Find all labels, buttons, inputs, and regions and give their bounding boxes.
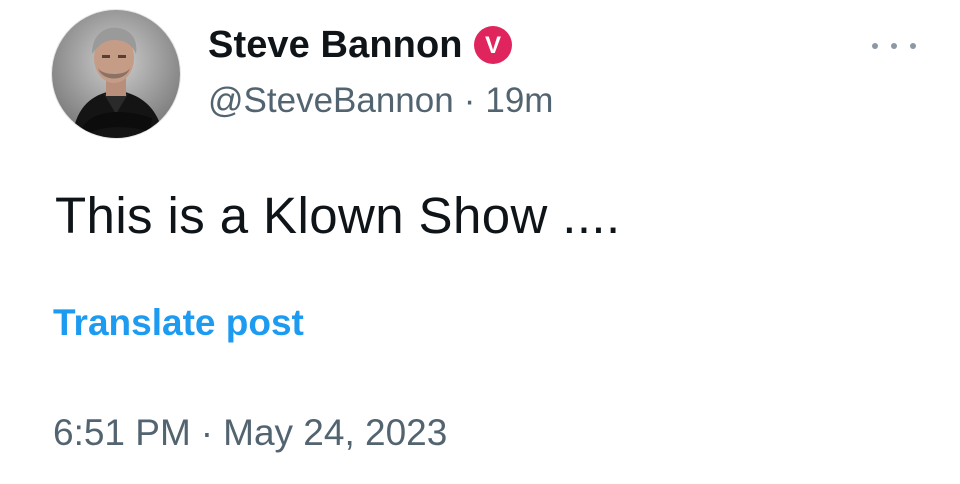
more-dot <box>891 43 897 49</box>
timestamp-time[interactable]: 6:51 PM <box>53 412 191 454</box>
relative-time[interactable]: 19m <box>485 81 553 121</box>
more-dot <box>872 43 878 49</box>
author-handle[interactable]: @SteveBannon <box>208 81 454 121</box>
timestamp-date[interactable]: May 24, 2023 <box>223 412 447 454</box>
translate-post-link[interactable]: Translate post <box>53 302 304 344</box>
post-card: Steve Bannon V @SteveBannon · 19m This i… <box>0 0 960 484</box>
post-timestamp: 6:51 PM · May 24, 2023 <box>53 412 447 454</box>
author-display-name[interactable]: Steve Bannon <box>208 24 463 67</box>
author-name-row: Steve Bannon V <box>208 22 513 68</box>
avatar[interactable] <box>52 10 180 138</box>
post-text: This is a Klown Show .... <box>55 187 621 244</box>
avatar-photo-icon <box>52 10 180 138</box>
separator-dot: · <box>200 412 214 453</box>
more-dot <box>910 43 916 49</box>
verified-badge-letter: V <box>485 32 501 59</box>
author-handle-row: @SteveBannon · 19m <box>208 78 553 124</box>
separator-dot: · <box>463 81 476 120</box>
more-horizontal-icon[interactable] <box>872 36 916 56</box>
verified-badge-icon: V <box>473 25 513 65</box>
